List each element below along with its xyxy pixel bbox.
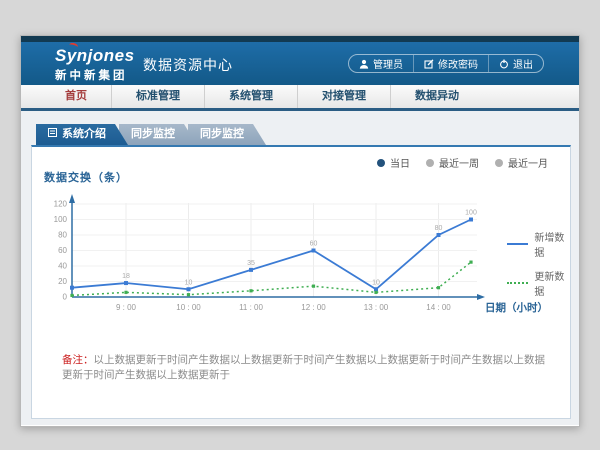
- x-tick-label: 12 : 00: [301, 303, 326, 312]
- data-point: [374, 291, 377, 294]
- document-icon: [48, 124, 57, 145]
- brand-logo-name: Synjones: [55, 46, 135, 66]
- y-tick-label: 100: [54, 215, 68, 224]
- range-option-last-month[interactable]: 最近一月: [495, 155, 548, 170]
- x-tick-label: 13 : 00: [364, 303, 389, 312]
- data-point: [249, 289, 252, 292]
- y-tick-label: 60: [58, 246, 67, 255]
- series-line-0: [72, 220, 471, 290]
- footer-note: 备注：以上数据更新于时间产生数据以上数据更新于时间产生数据以上数据更新于时间产生…: [62, 353, 552, 382]
- power-icon: [499, 59, 509, 69]
- tab-sync-monitor-2[interactable]: 同步监控: [188, 124, 266, 145]
- data-point: [187, 287, 191, 291]
- x-tick-label: 14 : 00: [426, 303, 451, 312]
- x-tick-label: 11 : 00: [239, 303, 263, 312]
- tab-bar: 系统介绍 同步监控 同步监控: [36, 124, 266, 145]
- data-point-label: 100: [465, 210, 477, 217]
- x-tick-label: 10 : 00: [176, 303, 201, 312]
- data-point-label: 18: [122, 273, 130, 280]
- legend-item-new-data[interactable]: 新增数据: [507, 229, 570, 259]
- logout-button[interactable]: 退出: [488, 55, 543, 72]
- data-point-label: 35: [247, 260, 255, 267]
- brand-logo: Synjones 新中新集团: [55, 46, 135, 83]
- app-window: Synjones 新中新集团 数据资源中心 管理员 修改密码: [20, 35, 580, 427]
- data-point: [437, 233, 441, 237]
- y-axis-arrow-icon: [69, 194, 75, 203]
- y-tick-label: 0: [63, 293, 68, 302]
- page-title: 数据资源中心: [143, 55, 233, 75]
- data-point-label: 10: [372, 279, 380, 286]
- nav-item-data-change[interactable]: 数据异动: [390, 85, 483, 108]
- green-dotted-swatch: [507, 282, 528, 284]
- content-area: 系统介绍 同步监控 同步监控 当日 最近一周: [21, 111, 579, 425]
- user-icon: [359, 59, 369, 69]
- data-point: [469, 218, 473, 222]
- line-chart: 0 20 40 60 80 100 120 9 : 00 10 : 00 11 : 00 12 : …: [47, 189, 547, 321]
- data-point: [437, 286, 440, 289]
- y-tick-label: 40: [58, 262, 67, 271]
- radio-icon: [426, 159, 434, 167]
- brand-logo-subtitle: 新中新集团: [55, 67, 135, 83]
- range-selector: 当日 最近一周 最近一月: [377, 155, 548, 170]
- radio-icon: [495, 159, 503, 167]
- tab-system-intro[interactable]: 系统介绍: [36, 124, 128, 145]
- range-option-today[interactable]: 当日: [377, 155, 410, 170]
- current-user-button[interactable]: 管理员: [349, 55, 413, 72]
- y-tick-label: 20: [58, 277, 67, 286]
- data-point: [249, 268, 253, 272]
- y-axis-title: 数据交换（条）: [44, 169, 128, 185]
- data-point: [469, 261, 472, 264]
- series-line-1: [72, 262, 471, 295]
- data-point: [124, 281, 128, 285]
- edit-icon: [424, 59, 434, 69]
- tab-sync-monitor-1[interactable]: 同步监控: [119, 124, 197, 145]
- main-nav: 首页 标准管理 系统管理 对接管理 数据异动: [21, 85, 579, 111]
- series-legend: 新增数据 更新数据: [507, 229, 570, 298]
- data-point: [70, 294, 73, 297]
- y-tick-label: 120: [54, 200, 68, 209]
- blue-line-swatch: [507, 243, 528, 245]
- nav-item-home[interactable]: 首页: [41, 85, 111, 108]
- nav-item-system-mgmt[interactable]: 系统管理: [204, 85, 297, 108]
- x-axis-title: 日期（小时）: [485, 301, 547, 314]
- logout-label: 退出: [513, 56, 533, 71]
- x-axis-arrow-icon: [477, 294, 485, 300]
- data-point: [187, 293, 190, 296]
- data-point: [374, 287, 378, 291]
- data-point: [312, 285, 315, 288]
- x-tick-label: 9 : 00: [116, 303, 137, 312]
- change-password-button[interactable]: 修改密码: [413, 55, 488, 72]
- data-point-label: 60: [310, 241, 318, 248]
- change-password-label: 修改密码: [438, 56, 478, 71]
- data-point-label: 10: [185, 279, 193, 286]
- legend-item-updated-data[interactable]: 更新数据: [507, 268, 570, 298]
- data-point-label: 80: [435, 225, 443, 232]
- app-header: Synjones 新中新集团 数据资源中心 管理员 修改密码: [21, 42, 579, 85]
- data-point: [124, 291, 127, 294]
- footer-note-prefix: 备注：: [62, 354, 94, 366]
- footer-note-text: 以上数据更新于时间产生数据以上数据更新于时间产生数据以上数据更新于时间产生数据以…: [62, 354, 545, 381]
- y-tick-label: 80: [58, 231, 67, 240]
- nav-item-interface-mgmt[interactable]: 对接管理: [297, 85, 390, 108]
- user-toolbar: 管理员 修改密码 退出: [348, 54, 544, 73]
- data-point: [312, 249, 316, 253]
- data-point: [70, 286, 74, 290]
- range-option-last-week[interactable]: 最近一周: [426, 155, 479, 170]
- radio-icon: [377, 159, 385, 167]
- current-user-label: 管理员: [373, 56, 403, 71]
- chart-panel: 当日 最近一周 最近一月 数据交换（条） 0 20 40 60 80 100 120 9 : …: [31, 145, 571, 419]
- nav-item-standard-mgmt[interactable]: 标准管理: [111, 85, 204, 108]
